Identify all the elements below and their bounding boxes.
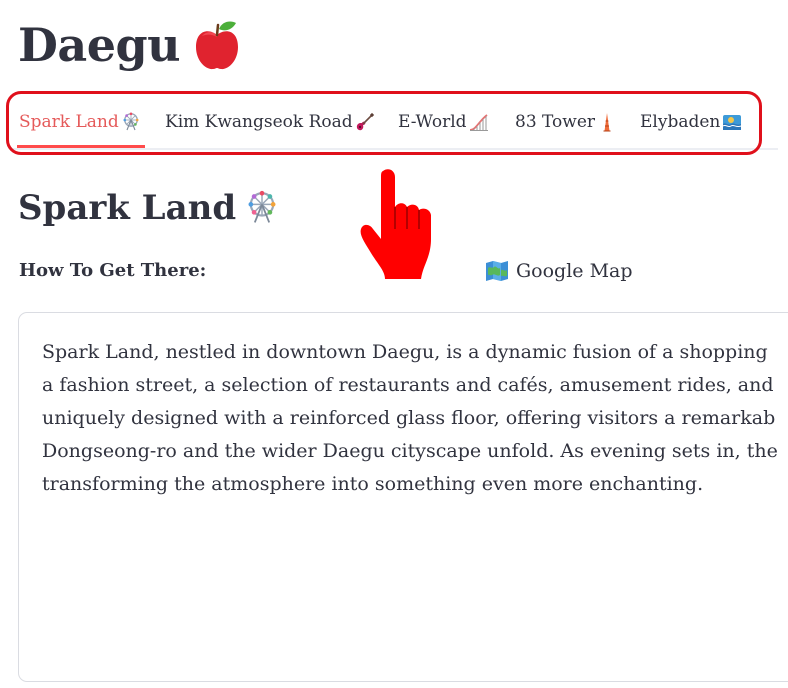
- description-box: Spark Land, nestled in downtown Daegu, i…: [18, 312, 788, 682]
- page-title: Daegu: [18, 18, 244, 72]
- description-line: Dongseong-ro and the wider Daegu citysca…: [42, 440, 778, 462]
- google-map-link[interactable]: Google Map: [484, 258, 633, 284]
- description-line: transforming the atmosphere into somethi…: [42, 473, 704, 495]
- description-line: a fashion street, a selection of restaur…: [42, 374, 774, 396]
- hand-pointer-icon: [360, 169, 431, 279]
- tab-bar-highlight: [6, 91, 762, 155]
- how-to-get-there-label: How To Get There:: [19, 260, 207, 281]
- description-line: uniquely designed with a reinforced glas…: [42, 407, 776, 429]
- description-line: Spark Land, nestled in downtown Daegu, i…: [42, 341, 768, 363]
- google-map-label: Google Map: [516, 260, 633, 282]
- page-title-text: Daegu: [18, 18, 181, 72]
- map-icon: [486, 261, 508, 281]
- apple-icon: [196, 21, 239, 70]
- section-title-text: Spark Land: [18, 188, 237, 228]
- description-text: Spark Land, nestled in downtown Daegu, i…: [42, 336, 788, 501]
- ferris-wheel-icon: [248, 190, 276, 223]
- section-title: Spark Land: [18, 186, 280, 230]
